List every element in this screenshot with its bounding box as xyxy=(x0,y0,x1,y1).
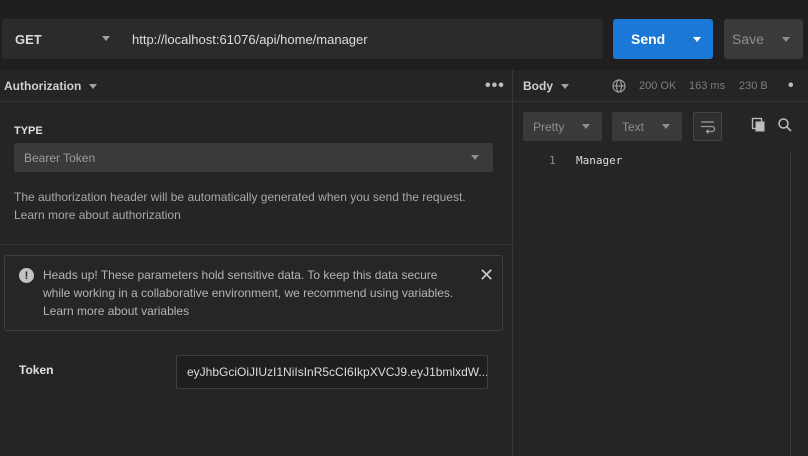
more-icon[interactable]: ••• xyxy=(485,70,505,102)
method-label: GET xyxy=(15,31,42,47)
wrap-button[interactable] xyxy=(693,112,722,141)
info-icon: ! xyxy=(19,268,34,283)
response-panel: Body 200 OK 163 ms 230 B • Pretty Text 1… xyxy=(513,70,808,456)
chevron-down-icon xyxy=(561,83,569,89)
request-bar: GET http://localhost:61076/api/home/mana… xyxy=(0,0,808,70)
save-button[interactable]: Save xyxy=(724,19,803,59)
status-badge: 200 OK xyxy=(639,80,677,92)
auth-type-select[interactable]: Bearer Token xyxy=(14,143,493,172)
wrap-icon xyxy=(701,121,716,134)
response-time: 163 ms xyxy=(689,80,726,92)
more-icon[interactable]: • xyxy=(788,70,795,102)
method-select[interactable]: GET xyxy=(2,19,120,59)
chevron-down-icon[interactable] xyxy=(782,37,790,42)
url-bar: GET http://localhost:61076/api/home/mana… xyxy=(2,19,603,59)
chevron-down-icon xyxy=(582,124,590,129)
format-select[interactable]: Pretty xyxy=(523,112,602,141)
auth-panel: Authorization ••• TYPE Bearer Token The … xyxy=(0,70,513,456)
scrollbar[interactable] xyxy=(790,152,791,456)
response-panel-header: Body 200 OK 163 ms 230 B • xyxy=(513,70,808,102)
auth-description-text: The authorization header will be automat… xyxy=(14,190,466,204)
content-type-label: Text xyxy=(622,119,645,134)
chevron-down-icon xyxy=(102,36,110,41)
divider xyxy=(0,244,513,245)
copy-icon[interactable] xyxy=(751,117,767,133)
auth-panel-header: Authorization ••• xyxy=(0,70,512,102)
url-input[interactable]: http://localhost:61076/api/home/manager xyxy=(132,19,368,59)
token-input[interactable]: eyJhbGciOiJIUzI1NiIsInR5cCI6IkpXVCJ9.eyJ… xyxy=(176,355,488,389)
chevron-down-icon xyxy=(662,124,670,129)
format-label: Pretty xyxy=(533,119,565,134)
send-label: Send xyxy=(631,31,666,47)
globe-icon[interactable] xyxy=(612,79,626,93)
auth-description: The authorization header will be automat… xyxy=(14,188,499,224)
auth-type-value: Bearer Token xyxy=(24,150,96,165)
type-label: TYPE xyxy=(14,125,43,137)
chevron-down-icon[interactable] xyxy=(693,37,701,42)
response-size: 230 B xyxy=(739,80,768,92)
learn-more-auth-link[interactable]: Learn more about authorization xyxy=(14,206,499,224)
tab-body-label: Body xyxy=(523,79,553,93)
tab-body[interactable]: Body xyxy=(523,70,569,102)
tab-authorization-label: Authorization xyxy=(4,79,82,93)
alert-text: Heads up! These parameters hold sensitiv… xyxy=(43,268,454,318)
search-icon[interactable] xyxy=(777,117,793,133)
send-button[interactable]: Send xyxy=(613,19,713,59)
sensitive-data-alert: ! Heads up! These parameters hold sensit… xyxy=(4,255,503,331)
close-icon[interactable]: ✕ xyxy=(479,266,494,284)
chevron-down-icon xyxy=(89,83,98,89)
content-type-select[interactable]: Text xyxy=(612,112,682,141)
tab-authorization[interactable]: Authorization xyxy=(4,70,98,102)
token-label: Token xyxy=(19,363,54,377)
line-number: 1 xyxy=(549,154,556,167)
line-text: Manager xyxy=(576,154,623,167)
chevron-down-icon xyxy=(471,155,479,160)
save-label: Save xyxy=(732,31,764,47)
